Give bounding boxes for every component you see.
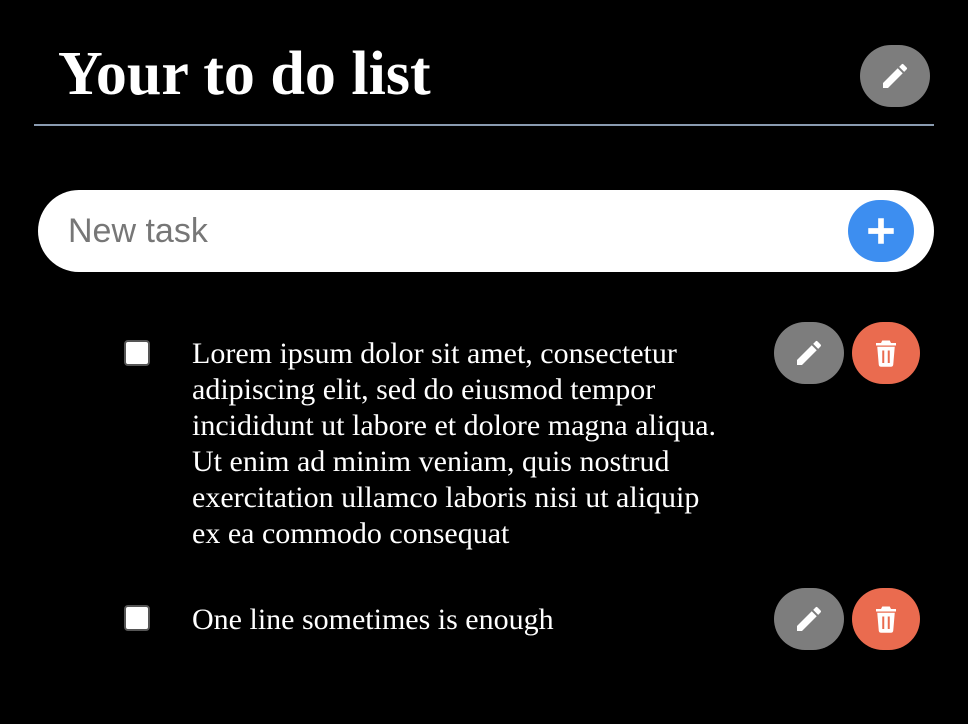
pencil-icon bbox=[797, 606, 822, 631]
edit-task-button[interactable] bbox=[774, 588, 844, 650]
page-title: Your to do list bbox=[58, 40, 431, 108]
plus-icon bbox=[868, 218, 894, 244]
edit-task-button[interactable] bbox=[774, 322, 844, 384]
new-task-bar bbox=[38, 190, 934, 272]
pencil-icon bbox=[797, 340, 822, 365]
task-checkbox[interactable] bbox=[124, 605, 150, 631]
task-text: Lorem ipsum dolor sit amet, consectetur … bbox=[192, 337, 717, 550]
delete-task-button[interactable] bbox=[852, 322, 920, 384]
add-task-button[interactable] bbox=[848, 200, 914, 262]
edit-list-button[interactable] bbox=[860, 45, 930, 107]
pencil-icon bbox=[883, 63, 908, 88]
task-text: One line sometimes is enough bbox=[192, 603, 554, 636]
new-task-input[interactable] bbox=[68, 208, 838, 254]
delete-task-button[interactable] bbox=[852, 588, 920, 650]
header: Your to do list bbox=[34, 0, 934, 126]
task-checkbox[interactable] bbox=[124, 340, 150, 366]
trash-icon bbox=[876, 606, 896, 633]
trash-icon bbox=[876, 340, 896, 367]
